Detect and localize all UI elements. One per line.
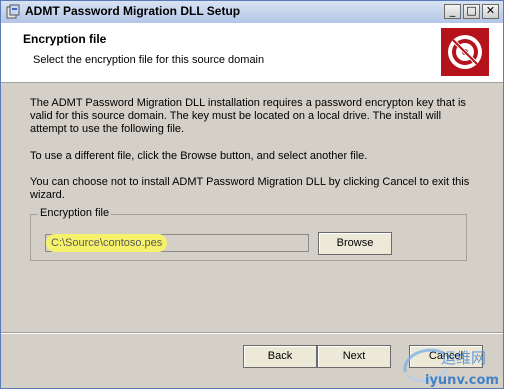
wizard-header: Encryption file Select the encryption fi… <box>1 23 503 83</box>
browse-label: Browse <box>336 237 374 249</box>
back-button[interactable]: Back <box>243 345 317 368</box>
next-label: Next <box>342 350 366 362</box>
intro-paragraph: The ADMT Password Migration DLL installa… <box>30 97 466 135</box>
window-title: ADMT Password Migration DLL Setup <box>25 4 241 18</box>
encryption-file-group: Encryption file C:\Source\contoso.pes Br… <box>30 207 467 261</box>
browse-instructions: To use a different file, click the Brows… <box>30 150 368 162</box>
cancel-instructions: You can choose not to install ADMT Passw… <box>30 176 470 201</box>
watermark-brand: 运维网 <box>441 349 486 367</box>
setup-icon <box>6 4 20 19</box>
disk-no-entry-icon <box>441 28 489 76</box>
back-label: Back <box>267 350 293 362</box>
watermark-url: iyunv.com <box>425 373 499 388</box>
setup-window: ADMT Password Migration DLL Setup _ □ ✕ … <box>0 0 504 389</box>
group-label: Encryption file <box>38 207 112 219</box>
site-watermark: 运维网 iyunv.com <box>403 348 499 388</box>
maximize-button[interactable]: □ <box>463 4 480 19</box>
browse-button[interactable]: Browse <box>318 232 392 255</box>
encryption-file-field[interactable]: C:\Source\contoso.pes <box>45 234 309 252</box>
close-button[interactable]: ✕ <box>482 4 499 19</box>
minimize-button[interactable]: _ <box>444 4 461 19</box>
page-title: Encryption file <box>23 32 107 46</box>
title-bar[interactable]: ADMT Password Migration DLL Setup _ □ ✕ <box>1 1 503 24</box>
file-path-value: C:\Source\contoso.pes <box>49 237 165 249</box>
next-button[interactable]: Next <box>317 345 391 368</box>
page-subtitle: Select the encryption file for this sour… <box>33 54 265 66</box>
footer-divider <box>1 332 503 334</box>
